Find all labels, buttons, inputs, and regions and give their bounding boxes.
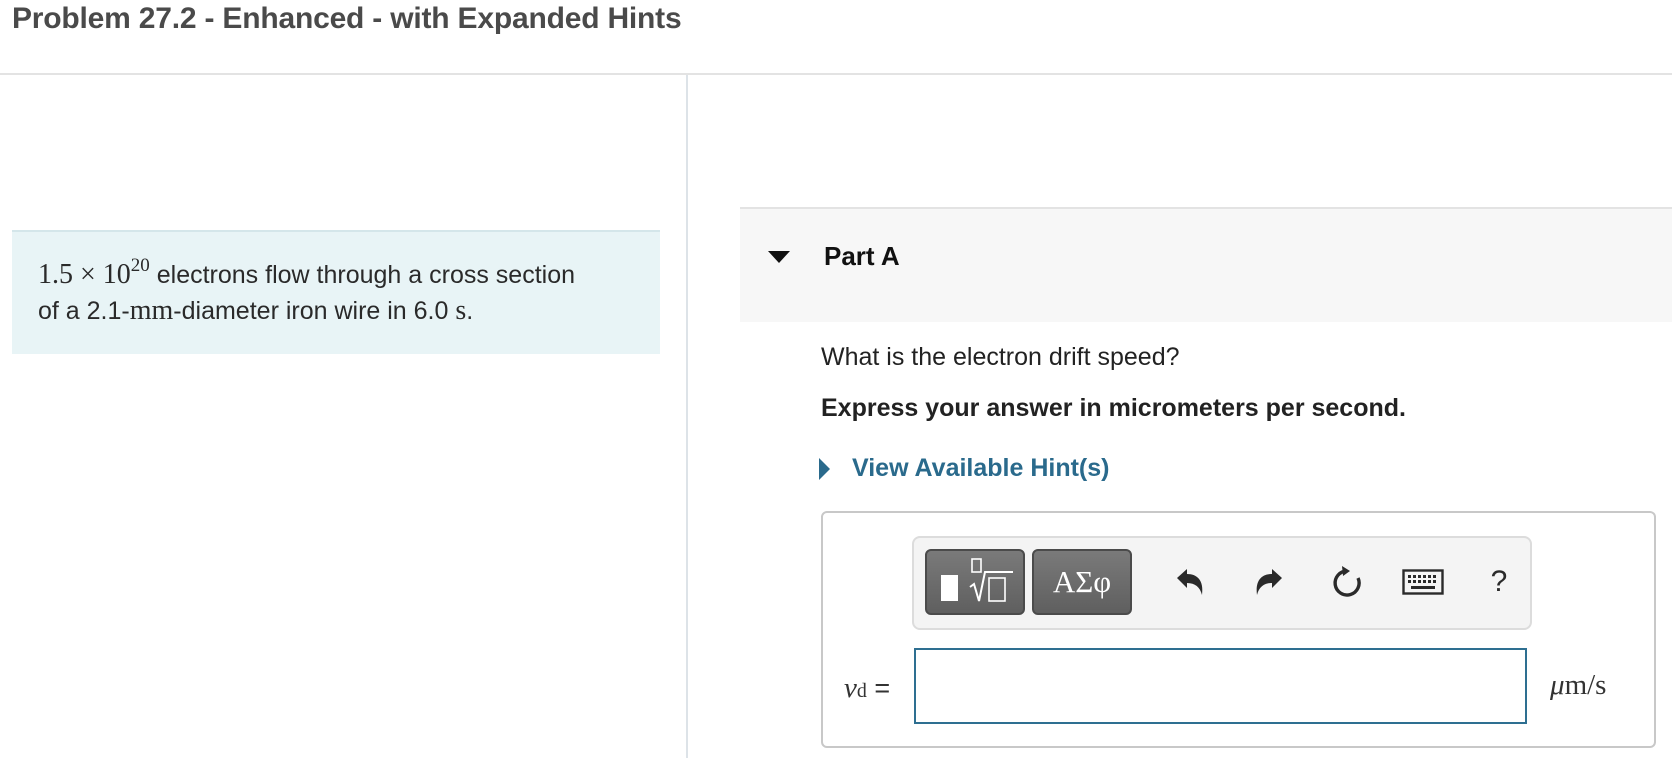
variable-symbol: v: [844, 672, 857, 704]
templates-button[interactable]: [925, 549, 1025, 615]
help-button[interactable]: ?: [1477, 560, 1521, 604]
answer-variable-label: vd =: [844, 672, 890, 705]
problem-text-2a: of a 2.1-: [38, 297, 130, 325]
keyboard-button[interactable]: [1399, 560, 1447, 604]
redo-button[interactable]: [1247, 560, 1291, 604]
problem-line-1: 1.5 × 1020 electrons flow through a cros…: [38, 255, 634, 294]
help-icon: ?: [1490, 565, 1508, 598]
exponent: 20: [130, 255, 150, 276]
problem-text-2c: .: [466, 297, 474, 325]
question-text: What is the electron drift speed?: [821, 343, 1180, 371]
equals-sign: =: [866, 673, 891, 703]
unit-s: s: [455, 295, 467, 326]
problem-text-2b: -diameter iron wire in 6.0: [173, 297, 456, 325]
math-toolbar: ΑΣφ ?: [912, 536, 1532, 630]
unit-rest: m/s: [1564, 669, 1607, 701]
reset-button[interactable]: [1325, 560, 1369, 604]
reset-icon: [1333, 566, 1361, 597]
view-hints-link[interactable]: View Available Hint(s): [819, 454, 1109, 483]
undo-icon: [1177, 569, 1203, 595]
title-divider: [0, 73, 1672, 75]
column-divider: [686, 75, 688, 758]
symbols-button[interactable]: ΑΣφ: [1032, 549, 1132, 615]
collapse-caret-icon[interactable]: [768, 251, 790, 263]
undo-button[interactable]: [1168, 560, 1212, 604]
keyboard-icon: [1402, 569, 1444, 595]
part-a-header[interactable]: Part A: [740, 207, 1672, 322]
part-title: Part A: [824, 241, 900, 271]
answer-input[interactable]: [914, 648, 1527, 724]
unit-mu: μ: [1550, 669, 1565, 701]
redo-icon: [1256, 569, 1282, 595]
problem-statement: 1.5 × 1020 electrons flow through a cros…: [12, 230, 660, 354]
unit-mm: mm: [129, 295, 174, 326]
instruction-text: Express your answer in micrometers per s…: [821, 394, 1406, 422]
hint-label: View Available Hint(s): [852, 454, 1110, 482]
problem-line-2: of a 2.1-mm-diameter iron wire in 6.0 s.: [38, 294, 634, 328]
templates-icon: [941, 558, 1013, 602]
answer-area: ΑΣφ ? vd = μm/s: [821, 511, 1656, 748]
page-title: Problem 27.2 - Enhanced - with Expanded …: [12, 2, 682, 35]
variable-subscript: d: [856, 680, 867, 702]
answer-unit: μm/s: [1550, 669, 1606, 702]
coefficient: 1.5 × 10: [38, 259, 131, 290]
expand-caret-icon: [819, 457, 830, 480]
problem-text-1: electrons flow through a cross section: [149, 261, 576, 289]
